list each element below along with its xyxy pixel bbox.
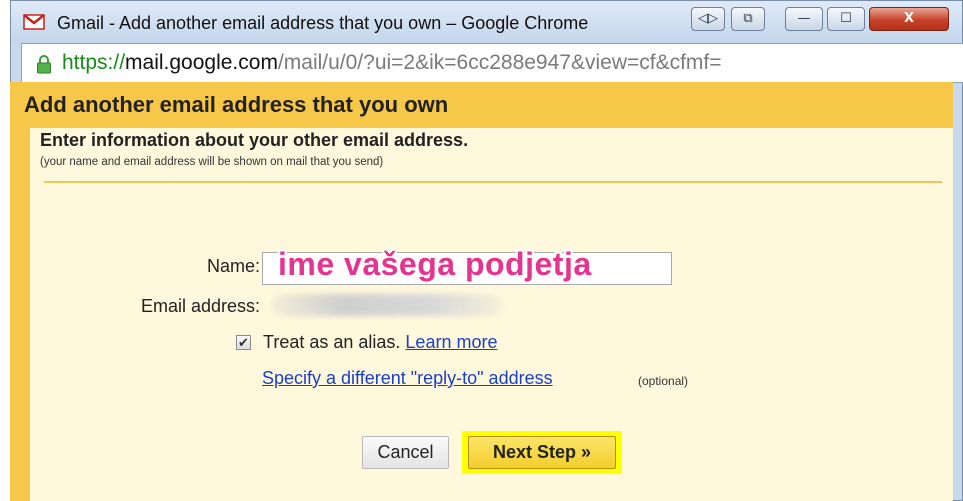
learn-more-link[interactable]: Learn more <box>405 332 497 352</box>
dialog-title: Add another email address that you own <box>24 92 449 117</box>
window-title: Gmail - Add another email address that y… <box>57 13 589 33</box>
lock-icon <box>37 55 51 74</box>
name-label: Name: <box>206 256 260 276</box>
url-host: mail.google.com <box>125 51 278 74</box>
nav-arrows-button[interactable]: ◁▷ <box>691 7 725 31</box>
form-subheading: (your name and email address will be sho… <box>40 156 384 168</box>
close-button[interactable]: X <box>869 7 949 31</box>
address-bar[interactable]: https://mail.google.com/mail/u/0/?ui=2&i… <box>21 43 963 83</box>
minimize-button[interactable]: — <box>785 7 823 31</box>
url-path: /mail/u/0/?ui=2&ik=6cc288e947&view=cf&cf… <box>277 51 722 74</box>
form-heading: Enter information about your other email… <box>40 130 469 150</box>
email-label: Email address: <box>140 296 260 316</box>
cancel-button[interactable]: Cancel <box>362 436 449 469</box>
divider <box>44 181 942 183</box>
gmail-icon <box>23 14 45 30</box>
redacted-email <box>272 294 502 316</box>
url-scheme: https:// <box>62 51 126 74</box>
url-text[interactable]: https://mail.google.com/mail/u/0/?ui=2&i… <box>62 51 722 75</box>
maximize-button[interactable]: ☐ <box>827 7 865 31</box>
alias-checkbox[interactable]: ✔ <box>236 335 251 350</box>
optional-note: (optional) <box>638 374 689 388</box>
dialog-content: Add another email address that you own E… <box>10 82 953 501</box>
next-step-button[interactable]: Next Step » <box>468 436 616 469</box>
title-bar[interactable]: Gmail - Add another email address that y… <box>11 1 962 43</box>
reply-to-link[interactable]: Specify a different "reply-to" address <box>262 368 553 389</box>
page-icon-button[interactable]: ⧉ <box>731 7 765 31</box>
alias-row: Treat as an alias. Learn more <box>263 332 497 353</box>
alias-label: Treat as an alias. <box>263 332 401 352</box>
name-overlay-caption: ime vašega podjetja <box>278 246 592 282</box>
